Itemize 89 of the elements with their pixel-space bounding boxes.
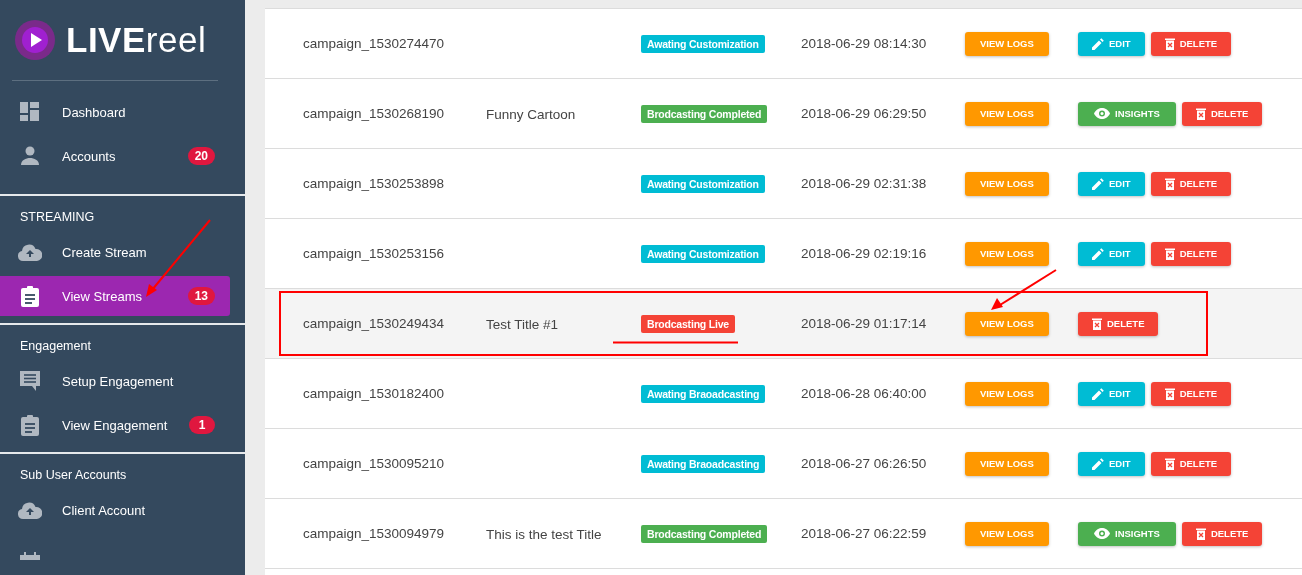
logo-text: LIVEreel	[66, 20, 207, 60]
sidebar-item[interactable]: Setup Engagement	[0, 361, 230, 401]
delete-button[interactable]: DELETE	[1150, 31, 1232, 56]
delete-button[interactable]: DELETE	[1181, 521, 1263, 546]
date-cell-text: 2018-06-29 02:31:38	[801, 176, 928, 191]
sidebar-item[interactable]: Create Stream	[0, 232, 230, 272]
edit-button[interactable]: EDIT	[1078, 451, 1145, 476]
title-cell: Test Title #1	[486, 316, 559, 332]
sidebar-item[interactable]: View Streams 13	[0, 276, 230, 316]
title-cell: This is the test Title	[486, 526, 602, 542]
date-cell-text: 2018-06-27 06:26:50	[801, 456, 928, 471]
status-label: Awating Customization	[641, 174, 765, 193]
trash-icon	[1164, 177, 1175, 190]
date-cell-text: 2018-06-29 06:29:50	[801, 106, 928, 121]
clipboard-icon	[21, 414, 39, 436]
pencil-icon	[1092, 247, 1104, 260]
chat-icon	[19, 370, 41, 392]
date-cell-text: 2018-06-27 06:22:59	[801, 526, 928, 541]
eye-icon	[1094, 528, 1110, 539]
count-badge: 13	[187, 287, 215, 305]
campaign-cell-text: campaign_1530253898	[303, 176, 446, 191]
pointer-arrow	[990, 268, 1058, 312]
campaign-cell-text: campaign_1530274470	[303, 36, 446, 51]
trash-icon	[1164, 37, 1175, 50]
count-badge: 1	[189, 416, 215, 434]
view-logs-button[interactable]: VIEW LOGS	[965, 451, 1049, 476]
status-label: Awating Braoadcasting	[641, 454, 766, 473]
section-heading: STREAMING	[19, 209, 96, 226]
pencil-icon	[1092, 457, 1104, 470]
title-cell: Funny Cartoon	[486, 106, 576, 122]
delete-button[interactable]: DELETE	[1150, 381, 1232, 406]
view-logs-button[interactable]: VIEW LOGS	[965, 101, 1049, 126]
person-icon	[20, 146, 40, 166]
delete-button[interactable]: DELETE	[1150, 451, 1232, 476]
dashboard-icon	[20, 102, 40, 122]
trash-icon	[1195, 107, 1206, 120]
sidebar-item[interactable]: Client Account	[0, 490, 230, 530]
pencil-icon	[1092, 177, 1104, 190]
sidebar-item[interactable]: Accounts 20	[0, 136, 230, 176]
view-logs-button[interactable]: VIEW LOGS	[965, 311, 1049, 336]
status-label: Brodcasting Completed	[641, 104, 768, 123]
clipboard-icon	[21, 285, 39, 307]
date-cell-text: 2018-06-29 08:14:30	[801, 36, 928, 51]
sidebar-item[interactable]: Dashboard	[0, 92, 230, 132]
calendar-icon	[20, 552, 40, 560]
campaign-cell-text: campaign_1530253156	[303, 246, 446, 261]
campaign-cell-text: campaign_1530095210	[303, 456, 446, 471]
trash-icon	[1092, 317, 1102, 330]
view-logs-button[interactable]: VIEW LOGS	[965, 381, 1049, 406]
status-label: Brodcasting Live	[641, 314, 735, 333]
eye-icon	[1094, 108, 1110, 119]
pencil-icon	[1092, 387, 1104, 400]
view-logs-button[interactable]: VIEW LOGS	[965, 521, 1049, 546]
delete-button[interactable]: DELETE	[1150, 171, 1232, 196]
insights-button[interactable]: INSIGHTS	[1078, 521, 1176, 546]
edit-button[interactable]: EDIT	[1078, 171, 1145, 196]
edit-button[interactable]: EDIT	[1078, 31, 1145, 56]
view-logs-button[interactable]: VIEW LOGS	[965, 171, 1049, 196]
view-logs-button[interactable]: VIEW LOGS	[965, 31, 1049, 56]
status-label: Awating Braoadcasting	[641, 384, 766, 403]
delete-button[interactable]: DELETE	[1150, 241, 1232, 266]
status-label: Awating Customization	[641, 34, 765, 53]
status-label: Brodcasting Completed	[641, 524, 768, 543]
edit-button[interactable]: EDIT	[1078, 381, 1145, 406]
pencil-icon	[1092, 37, 1104, 50]
logo-icon	[14, 19, 56, 61]
cloud-upload-icon	[18, 243, 42, 261]
campaign-cell-text: campaign_1530249434	[303, 316, 446, 331]
delete-button[interactable]: DELETE	[1078, 311, 1159, 336]
count-badge: 20	[187, 147, 215, 165]
cloud-upload-icon	[18, 501, 42, 519]
date-cell-text: 2018-06-29 01:17:14	[801, 316, 928, 331]
campaign-cell-text: campaign_1530182400	[303, 386, 446, 401]
trash-icon	[1164, 247, 1175, 260]
sidebar-item[interactable]: View Engagement 1	[0, 405, 230, 445]
trash-icon	[1164, 387, 1175, 400]
section-heading: Sub User Accounts	[19, 467, 128, 484]
campaign-cell-text: campaign_1530094979	[303, 526, 446, 541]
status-label: Awating Customization	[641, 244, 765, 263]
date-cell-text: 2018-06-28 06:40:00	[801, 386, 928, 401]
campaign-cell-text: campaign_1530268190	[303, 106, 446, 121]
section-heading: Engagement	[19, 338, 92, 355]
view-logs-button[interactable]: VIEW LOGS	[965, 241, 1049, 266]
edit-button[interactable]: EDIT	[1078, 241, 1145, 266]
trash-icon	[1164, 457, 1175, 470]
date-cell-text: 2018-06-29 02:19:16	[801, 246, 928, 261]
delete-button[interactable]: DELETE	[1181, 101, 1263, 126]
insights-button[interactable]: INSIGHTS	[1078, 101, 1176, 126]
trash-icon	[1195, 527, 1206, 540]
